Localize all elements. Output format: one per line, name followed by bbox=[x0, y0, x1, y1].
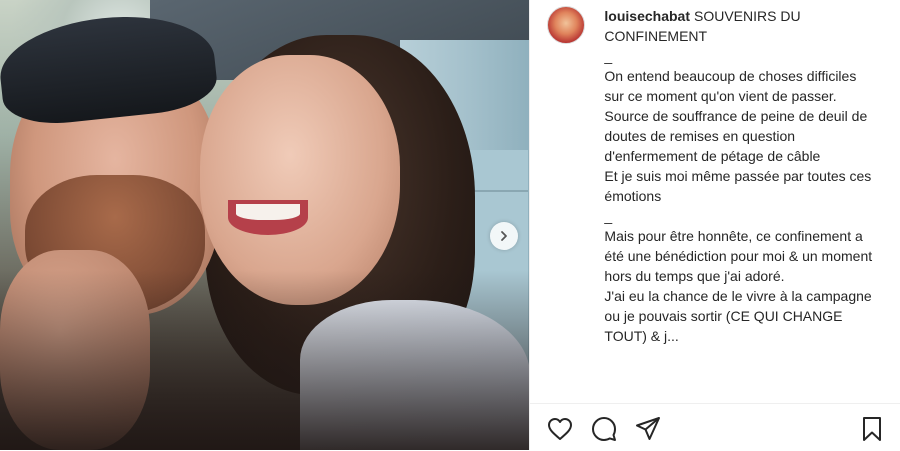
caption-line: Et je suis moi même passée par toutes ce… bbox=[604, 168, 876, 204]
photo-shadow bbox=[0, 270, 530, 450]
like-button[interactable] bbox=[545, 414, 575, 444]
share-button[interactable] bbox=[633, 414, 663, 444]
caption-line: On entend beaucoup de choses difficiles … bbox=[604, 68, 861, 104]
caption-line: Source de souffrance de peine de deuil d… bbox=[604, 108, 872, 164]
next-photo-button[interactable] bbox=[490, 222, 518, 250]
paper-plane-icon bbox=[636, 417, 661, 440]
username-link[interactable]: louisechabat bbox=[604, 8, 690, 24]
post-caption: louisechabat SOUVENIRS DU CONFINEMENT _ O… bbox=[604, 6, 874, 346]
caption-line: _ bbox=[604, 48, 613, 64]
comment-icon bbox=[592, 417, 617, 441]
avatar[interactable] bbox=[547, 6, 586, 44]
bookmark-icon bbox=[863, 417, 882, 441]
heart-icon bbox=[548, 418, 573, 440]
caption-line: J'ai eu la chance de le vivre à la campa… bbox=[604, 288, 876, 344]
chevron-right-icon bbox=[501, 231, 507, 241]
save-button[interactable] bbox=[857, 414, 887, 444]
comment-button[interactable] bbox=[589, 414, 619, 444]
caption-area: louisechabat SOUVENIRS DU CONFINEMENT _ O… bbox=[530, 0, 900, 400]
caption-line: Mais pour être honnête, ce confinement a… bbox=[604, 228, 877, 284]
action-bar bbox=[530, 403, 900, 451]
woman-teeth bbox=[236, 204, 300, 220]
woman-face bbox=[200, 55, 400, 305]
instagram-post: louisechabat SOUVENIRS DU CONFINEMENT _ O… bbox=[0, 0, 900, 451]
post-photo[interactable] bbox=[0, 0, 530, 450]
caption-line: _ bbox=[604, 208, 613, 224]
post-side-panel: louisechabat SOUVENIRS DU CONFINEMENT _ O… bbox=[529, 0, 900, 451]
